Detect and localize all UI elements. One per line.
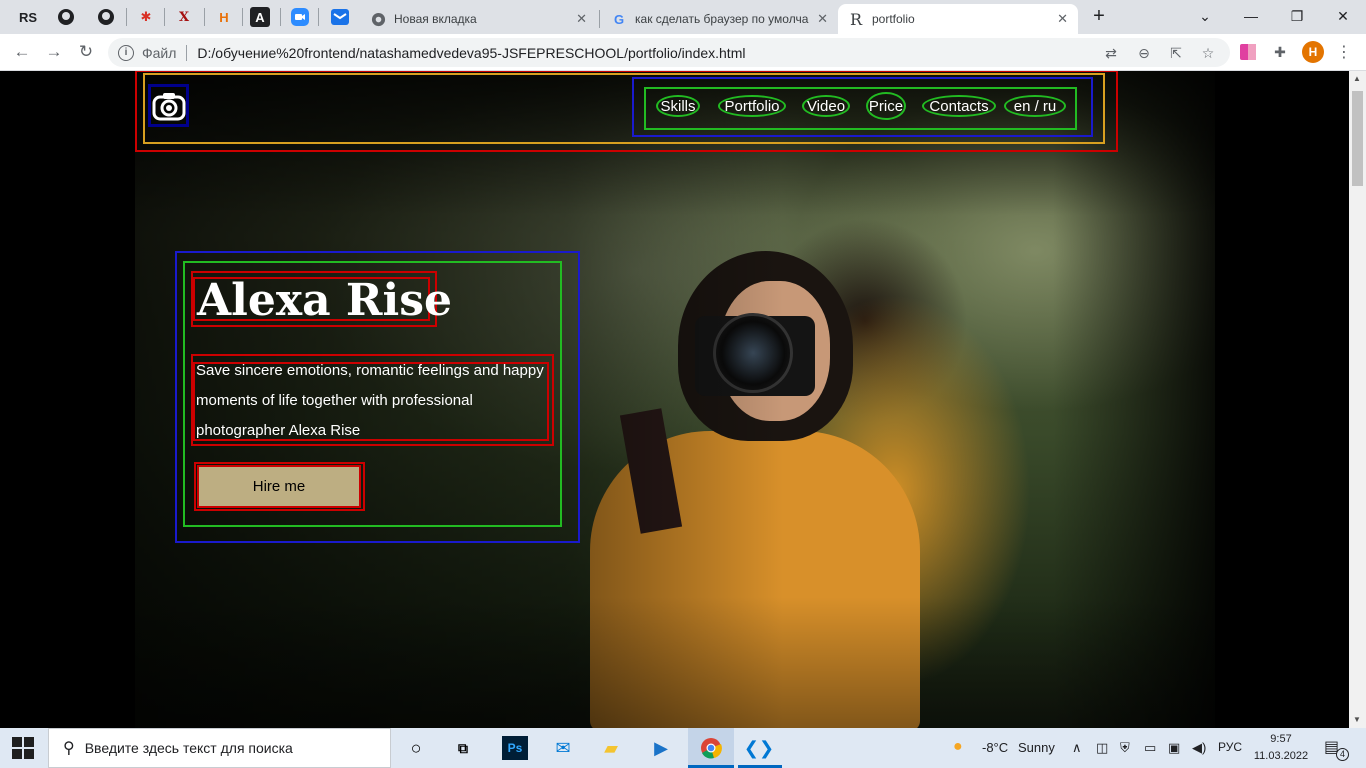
tab-separator xyxy=(599,10,600,28)
bookmark-separator xyxy=(126,8,127,26)
tab-close-icon[interactable]: ✕ xyxy=(1057,11,1068,27)
scroll-down-arrow-icon[interactable]: ▼ xyxy=(1353,715,1361,724)
nav-link-skills[interactable]: Skills xyxy=(656,95,700,117)
nav-link-price[interactable]: Price xyxy=(866,92,906,120)
bookmark-separator xyxy=(204,8,205,26)
taskbar-search-placeholder: Введите здесь текст для поиска xyxy=(84,740,293,756)
tray-network-icon[interactable]: ◫ xyxy=(1096,740,1108,756)
profile-avatar[interactable]: H xyxy=(1302,41,1324,63)
nav-link-video[interactable]: Video xyxy=(802,95,850,117)
bookmark-app-icon[interactable]: ✱ xyxy=(134,5,158,29)
bookmark-separator xyxy=(164,8,165,26)
security-label: Файл xyxy=(142,44,177,61)
video-player-icon[interactable]: ▶ xyxy=(648,736,674,760)
bookmark-x-icon[interactable]: X xyxy=(172,5,196,29)
menu-kebab-icon[interactable]: ⋮ xyxy=(1334,42,1354,62)
tray-monitor-icon[interactable]: ▣ xyxy=(1168,740,1180,756)
google-icon: G xyxy=(613,11,625,27)
weather-text[interactable]: Sunny xyxy=(1018,740,1055,755)
tab-portfolio[interactable]: R portfolio ✕ xyxy=(838,4,1078,34)
cortana-circle-icon[interactable]: ○ xyxy=(403,736,429,760)
windows-taskbar: ⚲ Введите здесь текст для поиска ○ ⧉ Ps … xyxy=(0,728,1366,768)
restore-icon[interactable]: ❐ xyxy=(1284,5,1310,27)
page-scrollbar[interactable]: ▲ ▼ xyxy=(1349,71,1366,728)
language-switch[interactable]: en / ru xyxy=(1004,95,1066,117)
info-icon[interactable]: i xyxy=(118,44,134,61)
bookmark-rs[interactable]: RS xyxy=(16,5,40,29)
bookmark-mail-icon[interactable] xyxy=(328,5,352,29)
file-explorer-icon[interactable]: ▰ xyxy=(598,736,624,760)
bookmark-h-icon[interactable]: H xyxy=(212,5,236,29)
close-window-icon[interactable]: ✕ xyxy=(1330,5,1356,27)
bookmark-separator xyxy=(242,8,243,26)
minimize-icon[interactable]: — xyxy=(1238,5,1264,27)
bookmark-separator xyxy=(318,8,319,26)
scroll-thumb[interactable] xyxy=(1352,91,1363,186)
chrome-taskbar-icon[interactable] xyxy=(698,736,724,760)
url-text[interactable]: D:/обучение%20frontend/natashamedvedeva9… xyxy=(197,45,745,61)
nav-link-portfolio[interactable]: Portfolio xyxy=(718,95,786,117)
weather-sun-icon[interactable]: ● xyxy=(953,738,963,756)
bookmark-github-icon[interactable] xyxy=(54,5,78,29)
share-icon[interactable]: ⇱ xyxy=(1165,42,1187,64)
forward-arrow-icon[interactable]: → xyxy=(42,40,66,64)
clock-time: 9:57 xyxy=(1270,733,1292,745)
tab-new-tab[interactable]: Новая вкладка ✕ xyxy=(360,4,597,34)
hero-description: Save sincere emotions, romantic feelings… xyxy=(196,362,544,439)
hero-title: Alexa Rise xyxy=(197,275,452,326)
address-bar[interactable]: i Файл D:/обучение%20frontend/natashamed… xyxy=(108,38,1230,67)
chrome-icon xyxy=(370,11,386,27)
taskbar-search[interactable]: ⚲ Введите здесь текст для поиска xyxy=(48,728,391,768)
omnibox-separator xyxy=(186,44,188,61)
tab-search-chevron-icon[interactable]: ⌄ xyxy=(1192,5,1218,27)
task-view-icon[interactable]: ⧉ xyxy=(450,736,476,760)
bookmark-separator xyxy=(280,8,281,26)
tray-chevron-icon[interactable]: ∧ xyxy=(1072,740,1082,756)
tray-battery-icon[interactable]: ▭ xyxy=(1144,740,1156,756)
new-tab-plus-icon[interactable]: + xyxy=(1086,5,1112,27)
tray-volume-icon[interactable]: ◀) xyxy=(1192,740,1206,756)
zoom-icon[interactable]: ⊖ xyxy=(1133,42,1155,64)
bookmark-a-icon[interactable]: A xyxy=(250,7,270,27)
camera-logo-icon xyxy=(152,92,185,120)
hire-me-button[interactable]: Hire me xyxy=(197,465,361,508)
vscode-icon[interactable]: ❮❯ xyxy=(744,736,774,760)
reload-icon[interactable]: ↻ xyxy=(74,40,98,64)
tab-close-icon[interactable]: ✕ xyxy=(817,11,828,27)
translate-icon[interactable]: ⇄ xyxy=(1100,42,1122,64)
mail-icon[interactable]: ✉ xyxy=(550,736,576,760)
page-viewport: Skills Portfolio Video Price Contacts en… xyxy=(0,71,1349,728)
rs-school-favicon: R xyxy=(849,9,863,29)
extension-color-icon[interactable] xyxy=(1238,42,1258,62)
photoshop-icon[interactable]: Ps xyxy=(502,736,528,760)
extensions-puzzle-icon[interactable]: ✚ xyxy=(1270,42,1290,62)
clock-date: 11.03.2022 xyxy=(1253,750,1309,762)
tray-shield-icon[interactable]: ⛨ xyxy=(1120,740,1130,756)
tab-close-icon[interactable]: ✕ xyxy=(576,11,587,27)
notifications-count: 4 xyxy=(1336,748,1349,761)
windows-start-icon[interactable] xyxy=(12,737,34,759)
logo[interactable] xyxy=(148,84,189,127)
nav-link-contacts[interactable]: Contacts xyxy=(922,95,996,117)
tab-google-search[interactable]: G как сделать браузер по умолчанию ✕ xyxy=(601,4,838,34)
browser-toolbar: ← → ↻ i Файл D:/обучение%20frontend/nata… xyxy=(0,34,1366,71)
bookmark-github-icon-2[interactable] xyxy=(94,5,118,29)
bookmark-star-icon[interactable]: ☆ xyxy=(1197,42,1219,64)
back-arrow-icon[interactable]: ← xyxy=(10,40,34,64)
tray-clock[interactable]: 9:57 11.03.2022 xyxy=(1252,731,1310,765)
weather-temp[interactable]: -8°C xyxy=(982,740,1008,755)
search-icon: ⚲ xyxy=(63,740,75,757)
bookmark-zoom-icon[interactable] xyxy=(288,5,312,29)
tray-language[interactable]: РУС xyxy=(1218,740,1242,754)
browser-tab-strip: RS ✱ X H A Новая вкладка ✕ G как сделать… xyxy=(0,0,1366,34)
scroll-up-arrow-icon[interactable]: ▲ xyxy=(1353,74,1361,83)
